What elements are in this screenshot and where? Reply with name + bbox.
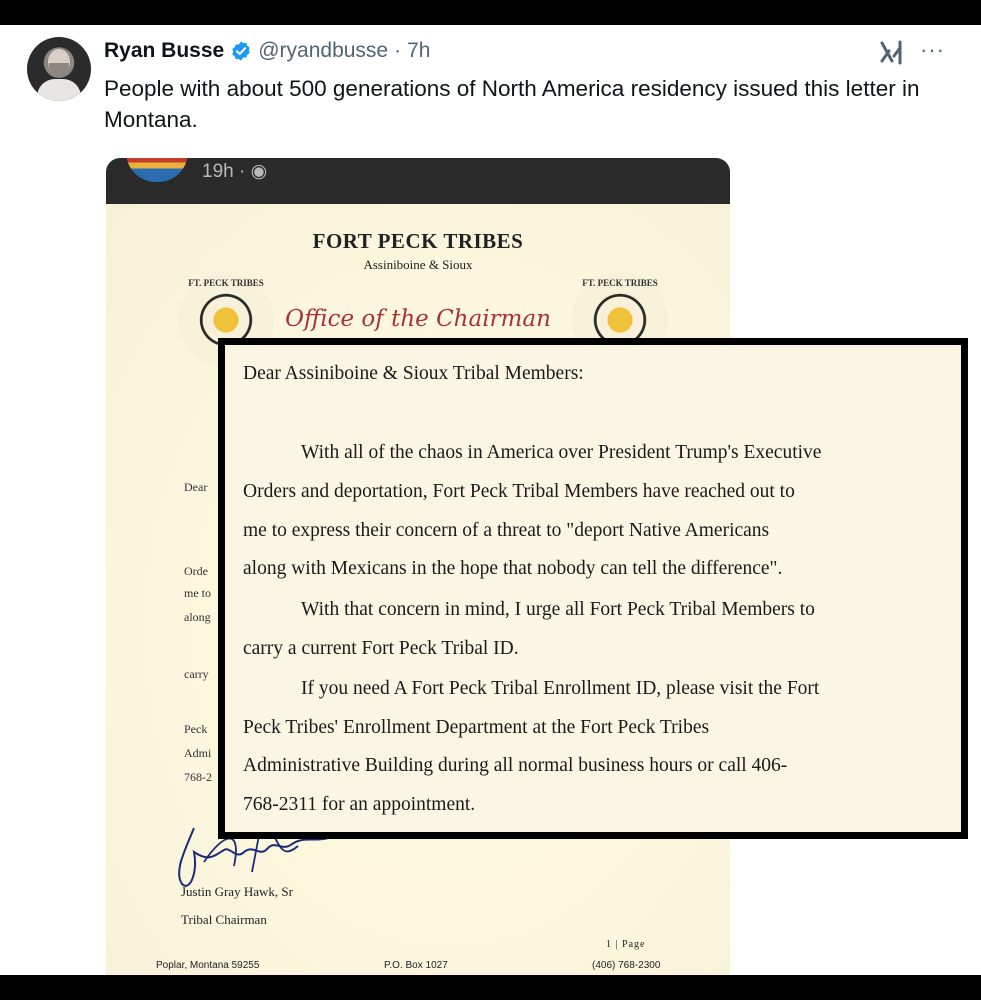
globe-icon: ◉: [250, 161, 268, 182]
excerpt-line: With all of the chaos in America over Pr…: [301, 442, 822, 463]
page-number: 1 | Page: [606, 939, 646, 950]
letter-fragment: carry: [184, 667, 209, 681]
seal-text-right: FT. PECK TRIBES: [582, 278, 658, 288]
excerpt-salutation: Dear Assiniboine & Sioux Tribal Members:: [243, 363, 584, 384]
avatar-beard: [49, 63, 69, 75]
letter-fragment: Peck: [184, 722, 208, 736]
zoomed-letter-excerpt: Dear Assiniboine & Sioux Tribal Members:…: [218, 338, 968, 839]
more-options-icon[interactable]: ···: [920, 37, 945, 63]
excerpt-line: me to express their concern of a threat …: [243, 520, 770, 541]
embed-header-bar: 19h · ◉: [106, 158, 730, 204]
footer-phone: (406) 768-2300: [592, 960, 661, 971]
tweet-header: Ryan Busse @ryandbusse · 7h: [104, 37, 430, 65]
tweet-card: Ryan Busse @ryandbusse · 7h ··· People w…: [0, 25, 981, 975]
excerpt-line: With that concern in mind, I urge all Fo…: [301, 599, 815, 620]
avatar[interactable]: [27, 37, 91, 101]
excerpt-line: If you need A Fort Peck Tribal Enrollmen…: [301, 678, 820, 699]
excerpt-line: Administrative Building during all norma…: [243, 755, 788, 776]
excerpt-line: carry a current Fort Peck Tribal ID.: [243, 638, 519, 659]
bottom-black-bar: [0, 975, 981, 1000]
footer-address: Poplar, Montana 59255: [156, 960, 260, 971]
excerpt-line: Peck Tribes' Enrollment Department at th…: [243, 717, 710, 738]
footer-po-box: P.O. Box 1027: [384, 960, 448, 971]
signer-name: Justin Gray Hawk, Sr: [181, 884, 293, 899]
author-name[interactable]: Ryan Busse: [104, 39, 224, 63]
embed-time: 19h · ◉: [202, 158, 267, 186]
tweet-text: People with about 500 generations of Nor…: [104, 76, 920, 132]
verified-badge-icon: [232, 41, 250, 61]
author-handle[interactable]: @ryandbusse: [258, 39, 388, 63]
excerpt-line: along with Mexicans in the hope that nob…: [243, 558, 783, 579]
excerpt-line: 768-2311 for an appointment.: [243, 794, 476, 815]
avatar-shirt: [37, 79, 81, 101]
letter-org-subtitle: Assiniboine & Sioux: [363, 257, 473, 272]
grok-icon[interactable]: [878, 39, 906, 67]
letter-fragment: along: [184, 610, 211, 624]
embed-time-text: 19h ·: [202, 161, 246, 182]
signer-title: Tribal Chairman: [181, 912, 267, 927]
excerpt-line: Orders and deportation, Fort Peck Tribal…: [243, 481, 795, 502]
letter-fragment: me to: [184, 586, 211, 600]
letter-fragment: Dear: [184, 480, 208, 494]
tweet-time[interactable]: 7h: [407, 39, 430, 63]
letter-org-title: FORT PECK TRIBES: [312, 229, 524, 253]
letter-fragment: 768-2: [184, 770, 212, 784]
letter-fragment: Orde: [184, 564, 208, 578]
header-separator: ·: [394, 39, 402, 62]
letter-fragment: Admi: [184, 746, 212, 760]
seal-text-left: FT. PECK TRIBES: [188, 278, 264, 288]
page-logo: [126, 158, 188, 182]
